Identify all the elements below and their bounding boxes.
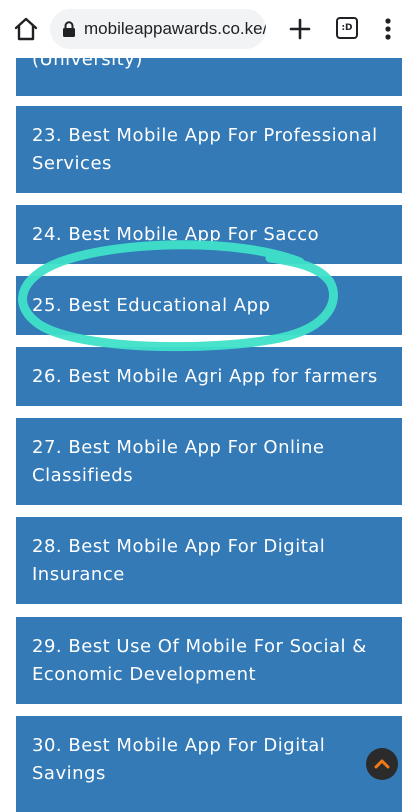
url-text: mobileappawards.co.ke/ (84, 19, 266, 38)
category-card-25[interactable]: 25. Best Educational App (16, 276, 402, 335)
category-label: 28. Best Mobile App For Digital Insuranc… (32, 535, 326, 585)
category-label: 29. Best Use Of Mobile For Social & Econ… (32, 635, 367, 685)
chevron-up-icon (374, 759, 390, 769)
category-card-26[interactable]: 26. Best Mobile Agri App for farmers (16, 347, 402, 406)
category-card-30[interactable]: 30. Best Mobile App For Digital Savings (16, 716, 402, 812)
category-label: 23. Best Mobile App For Professional Ser… (32, 124, 378, 174)
address-bar[interactable]: mobileappawards.co.ke/ (50, 9, 266, 49)
category-label: 25. Best Educational App (32, 294, 271, 316)
more-vert-icon[interactable] (378, 15, 398, 43)
lock-icon (63, 21, 75, 37)
category-label: 26. Best Mobile Agri App for farmers (32, 365, 378, 387)
scroll-to-top-button[interactable] (366, 748, 398, 780)
category-card-29[interactable]: 29. Best Use Of Mobile For Social & Econ… (16, 617, 402, 704)
awards-category-list: (University) 23. Best Mobile App For Pro… (0, 0, 417, 812)
tab-count: :D (341, 23, 353, 33)
category-card-27[interactable]: 27. Best Mobile App For Online Classifie… (16, 418, 402, 505)
browser-toolbar: mobileappawards.co.ke/ :D (0, 0, 417, 58)
category-label: 30. Best Mobile App For Digital Savings (32, 735, 326, 784)
category-label: 27. Best Mobile App For Online Classifie… (32, 436, 325, 486)
plus-icon[interactable] (286, 15, 314, 43)
tab-switcher-icon[interactable]: :D (336, 17, 358, 39)
category-card-23[interactable]: 23. Best Mobile App For Professional Ser… (16, 106, 402, 193)
home-icon[interactable] (12, 15, 40, 43)
category-card-28[interactable]: 28. Best Mobile App For Digital Insuranc… (16, 517, 402, 604)
category-label: 24. Best Mobile App For Sacco (32, 223, 320, 245)
category-card-24[interactable]: 24. Best Mobile App For Sacco (16, 205, 402, 264)
